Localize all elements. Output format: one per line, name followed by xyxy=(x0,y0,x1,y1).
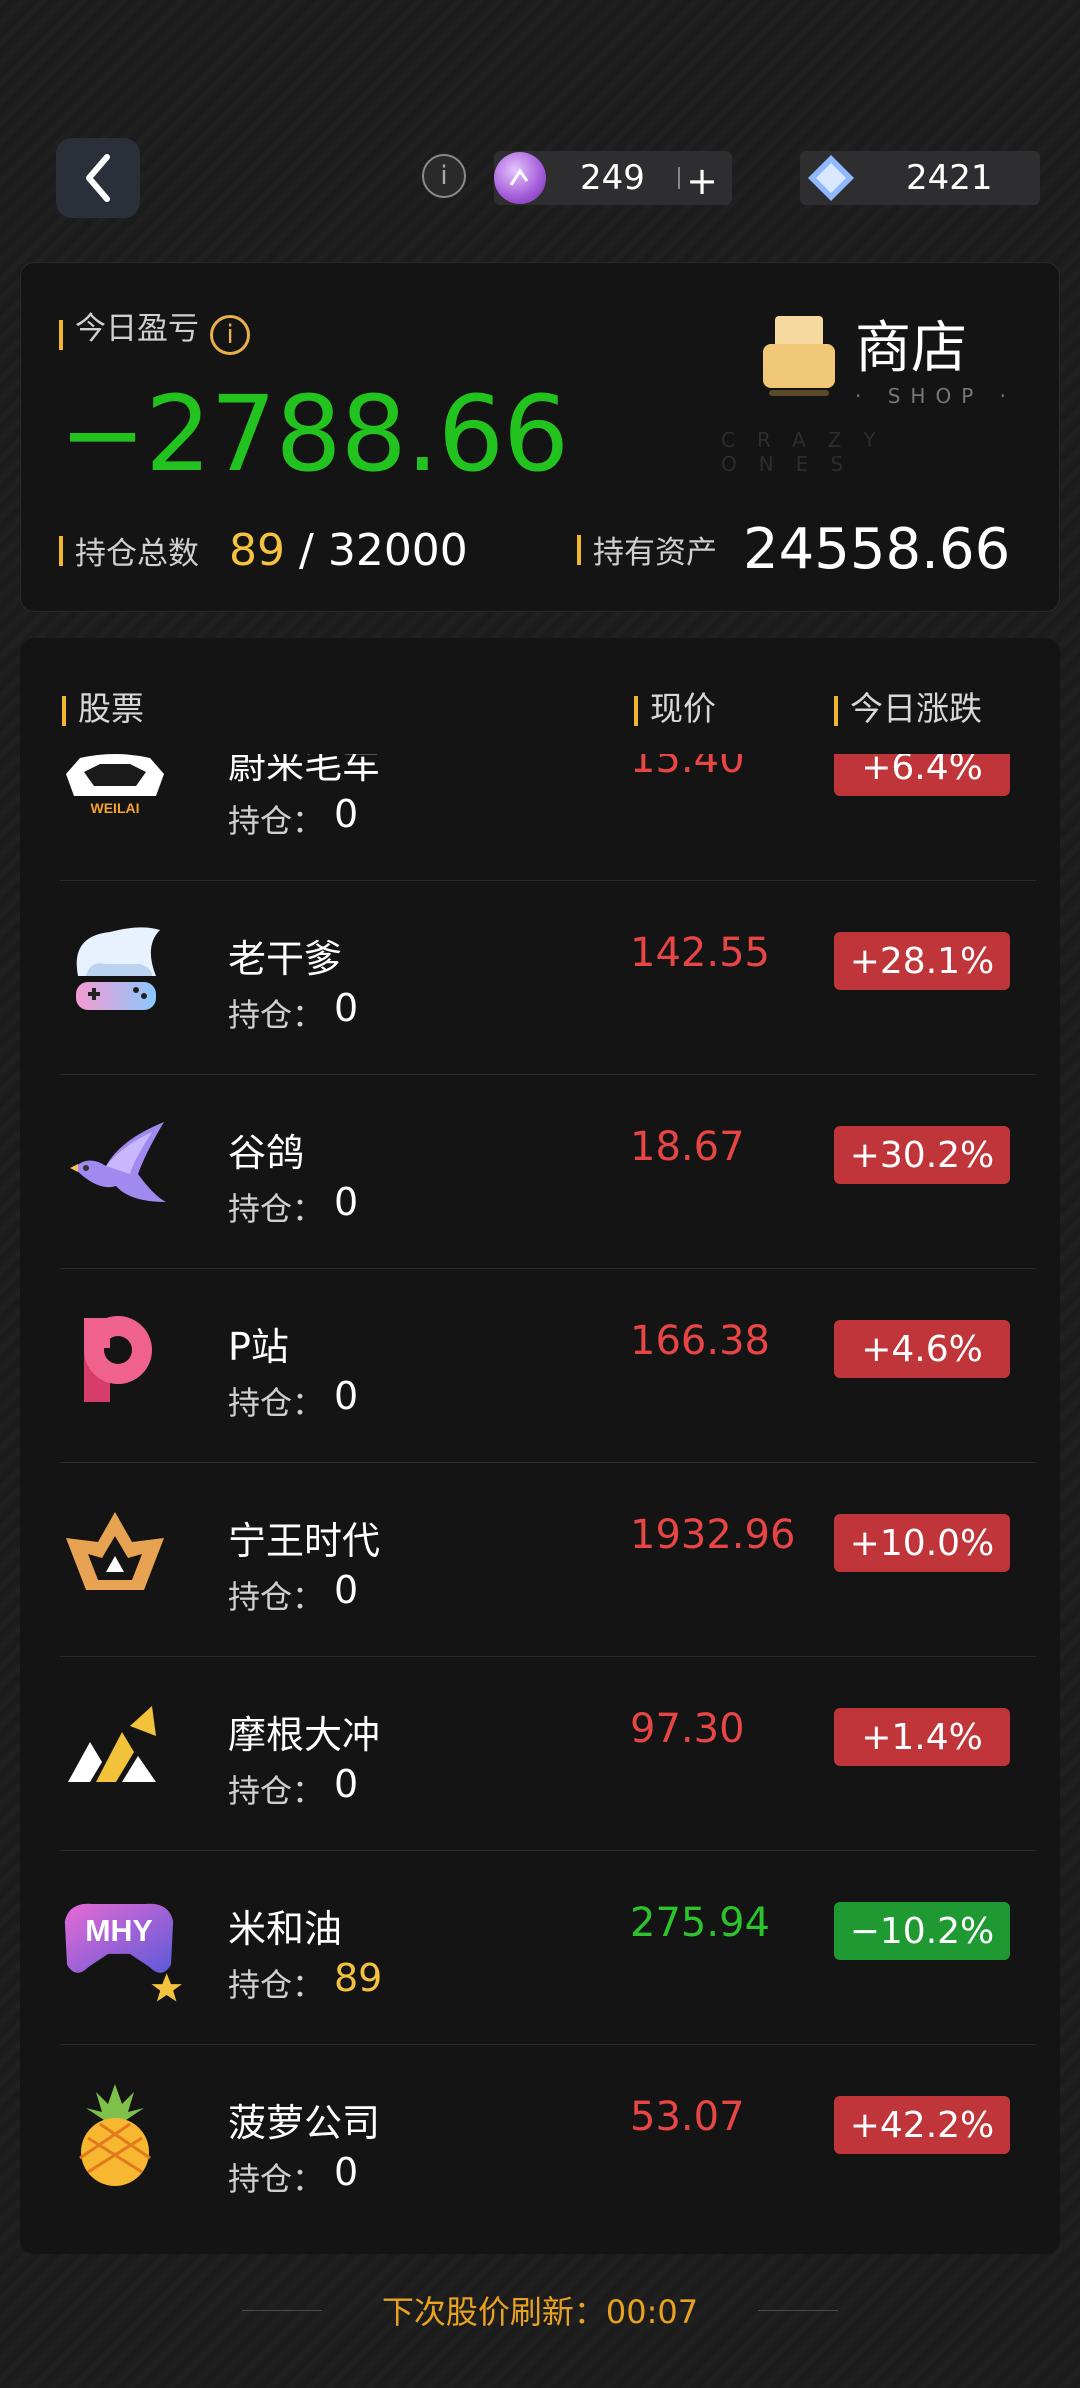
holdings-label: 持仓总数 xyxy=(75,536,199,572)
crazy-ones-watermark: CRAZY ONES xyxy=(721,428,898,476)
purple-count: 249 xyxy=(580,158,645,198)
back-button[interactable] xyxy=(56,138,140,218)
stock-name: 摩根大冲 xyxy=(228,1713,381,1757)
gamer-mascot-icon xyxy=(76,927,160,1010)
dove-icon xyxy=(70,1122,166,1202)
stock-price: 142.55 xyxy=(630,930,770,976)
stock-name: P站 xyxy=(228,1325,289,1369)
holdings-max: 32000 xyxy=(327,525,468,576)
hold-label: 持仓： xyxy=(228,1966,325,2004)
hold-value: 0 xyxy=(334,2150,359,2194)
svg-text:WEILAI: WEILAI xyxy=(91,800,140,816)
hold-label: 持仓： xyxy=(228,1578,325,1616)
stock-name: 老干爹 xyxy=(228,937,343,981)
hold-label: 持仓： xyxy=(228,996,325,1034)
col-change-header: 今日涨跌 xyxy=(834,682,982,730)
change-badge: +30.2% xyxy=(834,1126,1010,1184)
gem-currency: 2421 xyxy=(800,151,1040,205)
crown-icon xyxy=(66,1512,164,1590)
change-badge: +28.1% xyxy=(834,932,1010,990)
refresh-footer: 下次股价刷新：00:07 xyxy=(0,2280,1080,2340)
svg-text:MHY: MHY xyxy=(85,1915,152,1948)
stock-row-guge[interactable]: 谷鸽 持仓： 0 18.67 +30.2% xyxy=(60,1074,1036,1269)
purple-orb-icon xyxy=(494,152,546,204)
change-badge: +6.4% xyxy=(834,754,1010,796)
holdings-sep: / xyxy=(299,525,314,576)
stock-price: 97.30 xyxy=(630,1706,745,1752)
stock-list-card: 股票 现价 今日涨跌 WEILAI 蔚来毛车 持仓： 0 15.40 +6.4% xyxy=(20,638,1060,2254)
stock-row-pzhan[interactable]: P站 持仓： 0 166.38 +4.6% xyxy=(60,1268,1036,1463)
change-badge: +1.4% xyxy=(834,1708,1010,1766)
stock-price: 53.07 xyxy=(630,2094,745,2140)
hold-label: 持仓： xyxy=(228,1772,325,1810)
holdings-current: 89 xyxy=(229,525,285,576)
stock-list[interactable]: WEILAI 蔚来毛车 持仓： 0 15.40 +6.4% 老干爹 持仓： 0 … xyxy=(20,754,1060,2254)
refresh-countdown: 下次股价刷新：00:07 xyxy=(381,2293,699,2331)
col-price-header: 现价 xyxy=(634,682,716,730)
stock-price: 18.67 xyxy=(630,1124,745,1170)
p-letter-icon xyxy=(84,1316,152,1402)
stock-row-weilai[interactable]: WEILAI 蔚来毛车 持仓： 0 15.40 +6.4% xyxy=(60,754,1036,881)
shop-sub: · SHOP · xyxy=(855,384,1016,408)
divider xyxy=(241,2309,322,2311)
stock-name: 菠萝公司 xyxy=(228,2101,381,2145)
stock-price: 166.38 xyxy=(630,1318,770,1364)
stock-row-mihoyo[interactable]: MHY 米和油 持仓： 89 275.94 −10.2% xyxy=(60,1850,1036,2045)
chevron-left-icon xyxy=(86,154,110,202)
change-badge: −10.2% xyxy=(834,1902,1010,1960)
stock-price: 275.94 xyxy=(630,1900,770,1946)
change-badge: +42.2% xyxy=(834,2096,1010,2154)
stock-name: 谷鸽 xyxy=(228,1131,305,1175)
hold-value: 89 xyxy=(334,1956,383,2000)
stock-price: 15.40 xyxy=(630,754,745,782)
purple-currency: 249 + xyxy=(494,151,732,205)
shop-box-icon xyxy=(763,315,835,396)
hold-value: 0 xyxy=(334,1762,359,1806)
col-stock-header: 股票 xyxy=(62,682,144,730)
today-pnl-label-group: 今日盈亏 i xyxy=(59,303,251,355)
assets-value: 24558.66 xyxy=(743,517,1011,582)
divider xyxy=(678,167,680,189)
stock-price: 1932.96 xyxy=(630,1512,796,1558)
stock-row-laoganda[interactable]: 老干爹 持仓： 0 142.55 +28.1% xyxy=(60,880,1036,1075)
rising-arrow-icon xyxy=(68,1706,156,1782)
info-icon[interactable]: i xyxy=(422,154,466,198)
stock-row-boluo[interactable]: 菠萝公司 持仓： 0 53.07 +42.2% xyxy=(60,2044,1036,2238)
shop-button[interactable]: 商店 · SHOP · xyxy=(761,303,1016,408)
info-circle-icon[interactable]: i xyxy=(210,314,251,355)
stock-name: 蔚来毛车 xyxy=(228,754,381,787)
shop-label: 商店 xyxy=(855,316,967,381)
stock-name: 宁王时代 xyxy=(228,1519,381,1563)
stock-name: 米和油 xyxy=(228,1907,343,1951)
change-badge: +10.0% xyxy=(834,1514,1010,1572)
stock-row-ningwang[interactable]: 宁王时代 持仓： 0 1932.96 +10.0% xyxy=(60,1462,1036,1657)
summary-card: 今日盈亏 i −2788.66 商店 · SHOP · CRAZY ONES 持… xyxy=(20,262,1060,612)
today-pnl-value: −2788.66 xyxy=(59,373,569,495)
hold-label: 持仓： xyxy=(228,802,325,840)
hold-value: 0 xyxy=(334,986,359,1030)
change-badge: +4.6% xyxy=(834,1320,1010,1378)
stock-row-mogen[interactable]: 摩根大冲 持仓： 0 97.30 +1.4% xyxy=(60,1656,1036,1851)
hold-label: 持仓： xyxy=(228,1384,325,1422)
hold-value: 0 xyxy=(334,1568,359,1612)
weilai-car-icon: WEILAI xyxy=(66,754,164,816)
holdings-group: 持仓总数 89 / 32000 xyxy=(59,525,468,576)
pineapple-icon xyxy=(79,2084,151,2186)
assets-group: 持有资产 24558.66 xyxy=(577,517,1010,582)
assets-label: 持有资产 xyxy=(593,535,717,571)
hold-label: 持仓： xyxy=(228,2160,325,2198)
gem-count: 2421 xyxy=(906,158,993,198)
hold-value: 0 xyxy=(334,1374,359,1418)
diamond-icon xyxy=(808,155,854,201)
hold-value: 0 xyxy=(334,1180,359,1224)
hold-label: 持仓： xyxy=(228,1190,325,1228)
today-pnl-label: 今日盈亏 xyxy=(75,311,199,347)
mhy-controller-icon: MHY xyxy=(64,1903,182,2002)
divider xyxy=(758,2309,839,2311)
hold-value: 0 xyxy=(334,792,359,836)
add-currency-button[interactable]: + xyxy=(686,159,718,203)
